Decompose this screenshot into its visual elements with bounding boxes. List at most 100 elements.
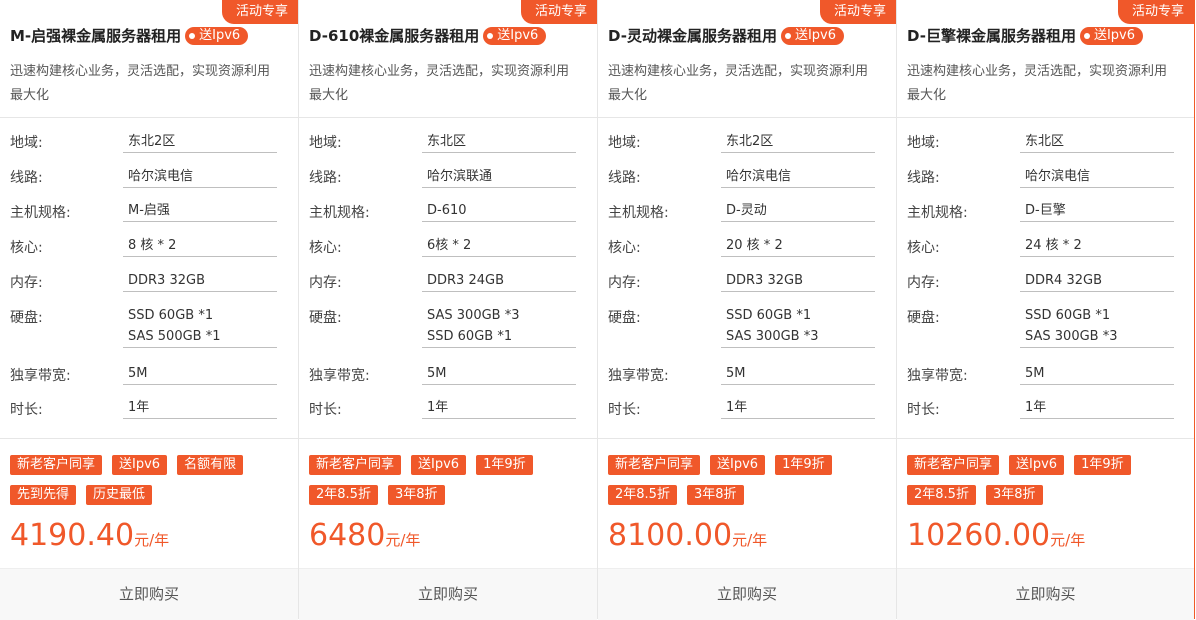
- spec-value-line: 哈尔滨电信: [123, 166, 277, 188]
- divider: [598, 438, 896, 439]
- disk-line-1: SSD 60GB *1: [726, 308, 812, 323]
- tag: 3年8折: [387, 485, 445, 505]
- divider: [897, 438, 1194, 439]
- tag-list: 新老客户同享 送Ipv6 1年9折 2年8.5折 3年8折: [309, 455, 579, 505]
- spec-value-region: 东北区: [422, 131, 576, 153]
- promo-tag: 活动专享: [819, 0, 896, 24]
- card-title: D-610裸金属服务器租用 送Ipv6: [309, 25, 547, 46]
- spec-value-memory: DDR3 32GB: [721, 270, 875, 292]
- spec-label-region: 地域:: [907, 135, 940, 151]
- tag: 送Ipv6: [1009, 455, 1065, 475]
- card-title: M-启强裸金属服务器租用 送Ipv6: [10, 25, 249, 46]
- spec-value-cores: 20 核 * 2: [721, 235, 875, 257]
- spec-value-duration: 1年: [1020, 397, 1174, 419]
- spec-value-disk: SSD 60GB *1 SAS 300GB *3: [721, 305, 875, 348]
- spec-value-disk: SSD 60GB *1 SAS 500GB *1: [123, 305, 277, 348]
- tag: 1年9折: [1074, 455, 1131, 475]
- card-description: 迅速构建核心业务，灵活选配，实现资源利用最大化: [608, 64, 869, 103]
- spec-label-disk: 硬盘:: [907, 310, 940, 326]
- card-title-text: D-灵动裸金属服务器租用: [608, 27, 777, 45]
- card-title: D-灵动裸金属服务器租用 送Ipv6: [608, 25, 845, 46]
- tag: 2年8.5折: [907, 485, 976, 505]
- spec-value-duration: 1年: [422, 397, 576, 419]
- spec-label-line: 线路:: [907, 170, 940, 186]
- product-card: 活动专享 D-灵动裸金属服务器租用 送Ipv6 迅速构建核心业务，灵活选配，实现…: [598, 0, 897, 620]
- price: 4190.40元/年: [10, 518, 169, 553]
- spec-value-region: 东北2区: [721, 131, 875, 153]
- price-amount: 8100.00: [608, 518, 733, 553]
- promo-tag: 活动专享: [221, 0, 298, 24]
- tag: 名额有限: [177, 455, 244, 475]
- spec-value-disk: SSD 60GB *1 SAS 300GB *3: [1020, 305, 1174, 348]
- tag-list: 新老客户同享 送Ipv6 名额有限 先到先得 历史最低: [10, 455, 280, 505]
- spec-label-disk: 硬盘:: [309, 310, 342, 326]
- divider: [897, 117, 1194, 118]
- buy-now-button[interactable]: 立即购买: [598, 568, 896, 620]
- spec-label-bandwidth: 独享带宽:: [10, 368, 71, 384]
- spec-label-duration: 时长:: [907, 402, 940, 418]
- tag-list: 新老客户同享 送Ipv6 1年9折 2年8.5折 3年8折: [608, 455, 878, 505]
- card-title: D-巨擎裸金属服务器租用 送Ipv6: [907, 25, 1144, 46]
- tag: 2年8.5折: [608, 485, 677, 505]
- ipv6-badge: 送Ipv6: [185, 26, 249, 45]
- spec-value-bandwidth: 5M: [721, 363, 875, 385]
- spec-label-memory: 内存:: [907, 275, 940, 291]
- price-unit: 元/年: [385, 531, 421, 549]
- spec-label-memory: 内存:: [309, 275, 342, 291]
- product-card: 活动专享 D-巨擎裸金属服务器租用 送Ipv6 迅速构建核心业务，灵活选配，实现…: [897, 0, 1195, 620]
- spec-label-host: 主机规格:: [10, 205, 71, 221]
- divider: [0, 117, 298, 118]
- card-title-text: M-启强裸金属服务器租用: [10, 27, 182, 45]
- card-title-text: D-610裸金属服务器租用: [309, 27, 480, 45]
- spec-value-line: 哈尔滨电信: [721, 166, 875, 188]
- spec-label-bandwidth: 独享带宽:: [309, 368, 370, 384]
- divider: [299, 438, 597, 439]
- product-card-list: 活动专享 M-启强裸金属服务器租用 送Ipv6 迅速构建核心业务，灵活选配，实现…: [0, 0, 1196, 620]
- disk-line-2: SSD 60GB *1: [427, 329, 513, 344]
- price: 8100.00元/年: [608, 518, 767, 553]
- spec-label-bandwidth: 独享带宽:: [907, 368, 968, 384]
- spec-label-cores: 核心:: [309, 240, 342, 256]
- card-description: 迅速构建核心业务，灵活选配，实现资源利用最大化: [10, 64, 271, 103]
- spec-value-cores: 8 核 * 2: [123, 235, 277, 257]
- spec-label-disk: 硬盘:: [10, 310, 43, 326]
- divider: [0, 438, 298, 439]
- spec-value-duration: 1年: [721, 397, 875, 419]
- price-amount: 6480: [309, 518, 386, 553]
- spec-value-region: 东北区: [1020, 131, 1174, 153]
- spec-value-cores: 6核 * 2: [422, 235, 576, 257]
- disk-line-2: SAS 300GB *3: [1025, 329, 1118, 344]
- divider: [299, 117, 597, 118]
- spec-label-cores: 核心:: [907, 240, 940, 256]
- spec-label-bandwidth: 独享带宽:: [608, 368, 669, 384]
- buy-now-button[interactable]: 立即购买: [299, 568, 597, 620]
- spec-label-disk: 硬盘:: [608, 310, 641, 326]
- ipv6-badge: 送Ipv6: [483, 26, 547, 45]
- spec-value-region: 东北2区: [123, 131, 277, 153]
- buy-now-button[interactable]: 立即购买: [0, 568, 298, 620]
- tag: 送Ipv6: [411, 455, 467, 475]
- spec-value-disk: SAS 300GB *3 SSD 60GB *1: [422, 305, 576, 348]
- tag: 2年8.5折: [309, 485, 378, 505]
- spec-value-memory: DDR4 32GB: [1020, 270, 1174, 292]
- spec-label-region: 地域:: [10, 135, 43, 151]
- promo-tag: 活动专享: [1117, 0, 1194, 24]
- spec-value-cores: 24 核 * 2: [1020, 235, 1174, 257]
- spec-value-memory: DDR3 24GB: [422, 270, 576, 292]
- tag: 3年8折: [686, 485, 744, 505]
- product-card: 活动专享 M-启强裸金属服务器租用 送Ipv6 迅速构建核心业务，灵活选配，实现…: [0, 0, 299, 620]
- card-description: 迅速构建核心业务，灵活选配，实现资源利用最大化: [309, 64, 570, 103]
- spec-value-host: D-610: [422, 200, 576, 222]
- tag: 新老客户同享: [309, 455, 402, 475]
- tag: 新老客户同享: [10, 455, 103, 475]
- price-unit: 元/年: [1050, 531, 1086, 549]
- spec-label-line: 线路:: [608, 170, 641, 186]
- disk-line-1: SAS 300GB *3: [427, 308, 520, 323]
- card-description: 迅速构建核心业务，灵活选配，实现资源利用最大化: [907, 64, 1168, 103]
- spec-value-line: 哈尔滨联通: [422, 166, 576, 188]
- spec-value-host: D-灵动: [721, 200, 875, 222]
- spec-value-host: D-巨擎: [1020, 200, 1174, 222]
- buy-now-button[interactable]: 立即购买: [897, 568, 1194, 620]
- spec-value-bandwidth: 5M: [1020, 363, 1174, 385]
- spec-label-memory: 内存:: [608, 275, 641, 291]
